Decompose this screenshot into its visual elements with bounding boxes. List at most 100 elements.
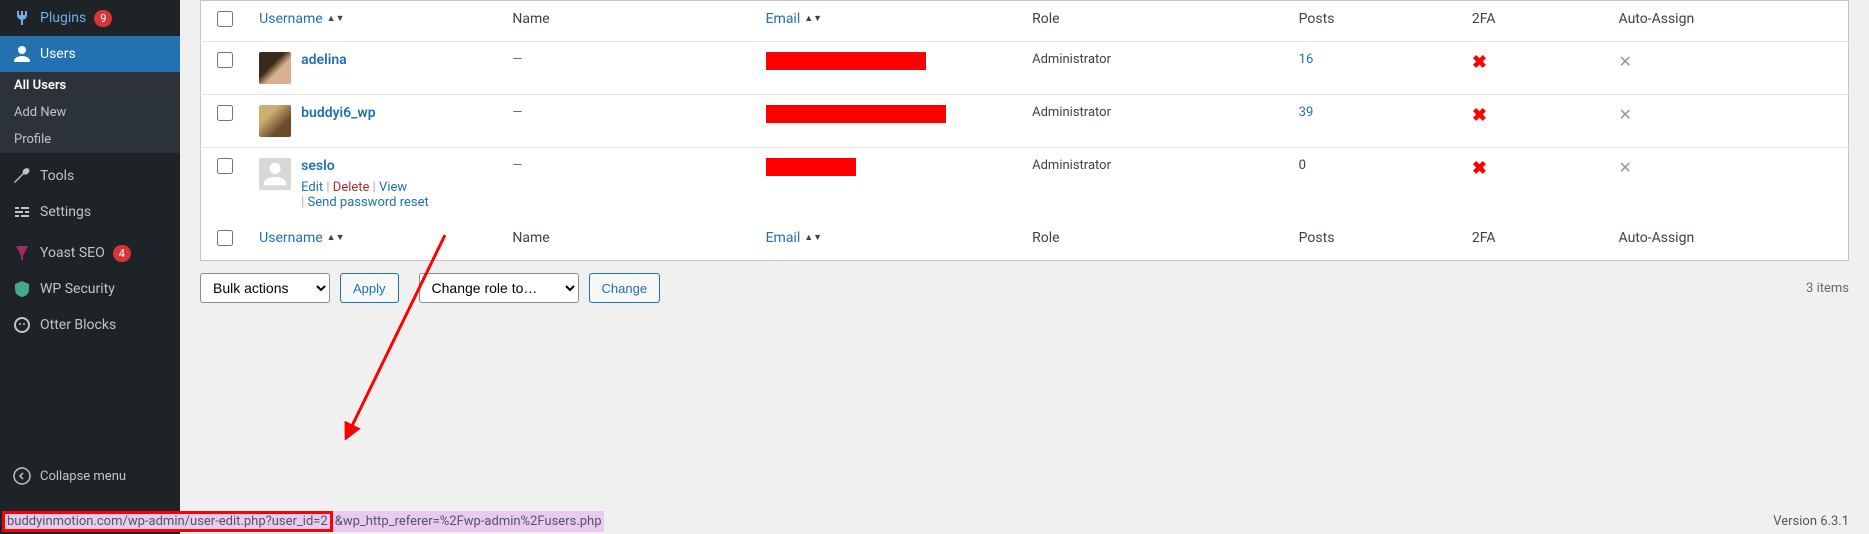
- sidebar-label: Tools: [40, 168, 74, 184]
- col-2fa: 2FA: [1462, 1, 1609, 42]
- username-link[interactable]: buddyi6_wp: [301, 105, 376, 121]
- twofa-disabled-icon: ✖: [1472, 52, 1487, 73]
- col-auto-assign: Auto-Assign: [1609, 220, 1849, 261]
- user-icon: [12, 44, 32, 64]
- hover-url: buddyinmotion.com/wp-admin/user-edit.php…: [0, 509, 606, 534]
- col-username-sort[interactable]: Username: [259, 230, 323, 246]
- twofa-disabled-icon: ✖: [1472, 105, 1487, 126]
- edit-link[interactable]: Edit: [301, 180, 323, 195]
- username-link[interactable]: seslo: [301, 158, 335, 174]
- posts-link[interactable]: 16: [1299, 52, 1314, 67]
- wp-version: Version 6.3.1: [1753, 510, 1869, 533]
- change-button[interactable]: Change: [589, 273, 661, 303]
- view-link[interactable]: View: [379, 180, 407, 195]
- apply-button[interactable]: Apply: [340, 273, 399, 303]
- send-password-reset-link[interactable]: Send password reset: [308, 195, 429, 210]
- col-posts: Posts: [1289, 1, 1462, 42]
- posts-count: 0: [1299, 158, 1306, 173]
- posts-link[interactable]: 39: [1299, 105, 1314, 120]
- row-checkbox[interactable]: [217, 158, 233, 174]
- table-row: adelina — Administrator 16 ✖ ✕: [201, 42, 1849, 95]
- change-role-select[interactable]: Change role to…: [419, 273, 579, 303]
- col-email-sort[interactable]: Email: [766, 230, 801, 246]
- role-value: Administrator: [1022, 148, 1289, 221]
- sidebar-label: Otter Blocks: [40, 317, 116, 333]
- col-username-sort[interactable]: Username: [259, 11, 323, 27]
- content-area: Username▲▼ Name Email▲▼ Role Posts 2FA A…: [180, 0, 1869, 534]
- update-badge: 4: [113, 245, 131, 262]
- sidebar-item-users[interactable]: Users: [0, 36, 180, 72]
- username-link[interactable]: adelina: [301, 52, 347, 68]
- email-redacted: [766, 52, 926, 70]
- collapse-icon: [12, 466, 32, 486]
- sidebar-label: Plugins: [40, 10, 86, 26]
- email-redacted: [766, 105, 946, 123]
- name-value: —: [512, 105, 522, 120]
- email-redacted: [766, 158, 856, 176]
- status-bar: buddyinmotion.com/wp-admin/user-edit.php…: [0, 509, 1869, 534]
- sidebar-sub-all-users[interactable]: All Users: [0, 72, 180, 99]
- table-row: seslo Edit | Delete | View| Send password…: [201, 148, 1849, 221]
- annotation-arrow: [335, 230, 455, 440]
- plug-icon: [12, 8, 32, 28]
- admin-sidebar: Plugins 9 Users All Users Add New Profil…: [0, 0, 180, 534]
- bulk-actions-select[interactable]: Bulk actions: [200, 273, 330, 303]
- col-posts: Posts: [1289, 220, 1462, 261]
- col-name: Name: [502, 220, 755, 261]
- sidebar-sub-profile[interactable]: Profile: [0, 126, 180, 153]
- avatar: [259, 52, 291, 84]
- sidebar-label: WP Security: [40, 281, 115, 297]
- sort-icon: ▲▼: [804, 17, 822, 22]
- avatar: [259, 105, 291, 137]
- auto-assign-none-icon: ✕: [1619, 105, 1632, 124]
- row-checkbox[interactable]: [217, 105, 233, 121]
- shield-icon: [12, 279, 32, 299]
- items-count: 3 items: [1806, 281, 1849, 296]
- sidebar-item-otter[interactable]: Otter Blocks: [0, 307, 180, 343]
- col-role: Role: [1022, 220, 1289, 261]
- sidebar-item-wpsecurity[interactable]: WP Security: [0, 271, 180, 307]
- role-value: Administrator: [1022, 42, 1289, 95]
- url-remainder: &wp_http_referer=%2Fwp-admin%2Fusers.php: [333, 511, 604, 532]
- update-badge: 9: [94, 10, 112, 27]
- col-email-sort[interactable]: Email: [766, 11, 801, 27]
- col-auto-assign: Auto-Assign: [1609, 1, 1849, 42]
- sidebar-item-settings[interactable]: Settings: [0, 194, 180, 230]
- select-all-checkbox-bottom[interactable]: [217, 230, 233, 246]
- col-role: Role: [1022, 1, 1289, 42]
- row-checkbox[interactable]: [217, 52, 233, 68]
- sidebar-sub-add-new[interactable]: Add New: [0, 99, 180, 126]
- sidebar-label: Users: [40, 46, 76, 62]
- twofa-disabled-icon: ✖: [1472, 158, 1487, 179]
- sidebar-label: Yoast SEO: [40, 245, 105, 261]
- yoast-icon: [12, 243, 32, 263]
- row-actions: Edit | Delete | View| Send password rese…: [301, 180, 429, 210]
- wrench-icon: [12, 166, 32, 186]
- sidebar-item-yoast[interactable]: Yoast SEO 4: [0, 235, 180, 271]
- role-value: Administrator: [1022, 95, 1289, 148]
- select-all-checkbox-top[interactable]: [217, 11, 233, 27]
- otter-icon: [12, 315, 32, 335]
- users-submenu: All Users Add New Profile: [0, 72, 180, 153]
- sort-icon: ▲▼: [327, 236, 345, 241]
- col-2fa: 2FA: [1462, 220, 1609, 261]
- col-name: Name: [502, 1, 755, 42]
- name-value: —: [512, 52, 522, 67]
- sidebar-item-plugins[interactable]: Plugins 9: [0, 0, 180, 36]
- sort-icon: ▲▼: [804, 236, 822, 241]
- tablenav-bottom: Bulk actions Apply Change role to… Chang…: [200, 273, 1849, 303]
- auto-assign-none-icon: ✕: [1619, 52, 1632, 71]
- name-value: —: [512, 158, 522, 173]
- auto-assign-none-icon: ✕: [1619, 158, 1632, 177]
- delete-link[interactable]: Delete: [333, 180, 370, 195]
- collapse-label: Collapse menu: [40, 469, 126, 484]
- sidebar-label: Settings: [40, 204, 91, 220]
- sliders-icon: [12, 202, 32, 222]
- collapse-menu[interactable]: Collapse menu: [0, 458, 180, 494]
- url-highlighted: buddyinmotion.com/wp-admin/user-edit.php…: [2, 511, 333, 532]
- table-row: buddyi6_wp — Administrator 39 ✖ ✕: [201, 95, 1849, 148]
- sort-icon: ▲▼: [327, 17, 345, 22]
- users-table: Username▲▼ Name Email▲▼ Role Posts 2FA A…: [200, 0, 1849, 261]
- sidebar-item-tools[interactable]: Tools: [0, 158, 180, 194]
- avatar: [259, 158, 291, 190]
